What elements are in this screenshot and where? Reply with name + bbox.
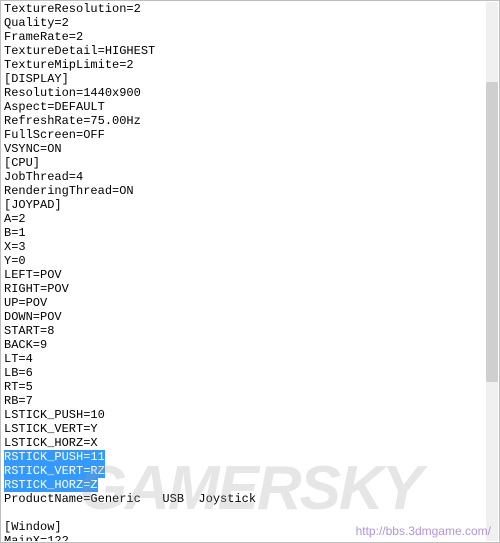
config-line[interactable]: UP=POV <box>4 296 485 310</box>
config-line[interactable]: VSYNC=ON <box>4 142 485 156</box>
editor-window: TextureResolution=2Quality=2FrameRate=2T… <box>0 0 500 543</box>
config-line[interactable]: RT=5 <box>4 380 485 394</box>
config-line[interactable]: LT=4 <box>4 352 485 366</box>
config-line[interactable]: A=2 <box>4 212 485 226</box>
selected-text[interactable]: RSTICK_PUSH=11 <box>4 450 105 464</box>
config-line[interactable]: [JOYPAD] <box>4 198 485 212</box>
config-line[interactable]: [Window] <box>4 520 485 534</box>
config-line[interactable]: X=3 <box>4 240 485 254</box>
config-line[interactable]: LSTICK_HORZ=X <box>4 436 485 450</box>
config-line[interactable]: RIGHT=POV <box>4 282 485 296</box>
selected-text[interactable]: RSTICK_VERT=RZ <box>4 464 105 478</box>
config-line[interactable]: RSTICK_VERT=RZ <box>4 464 485 478</box>
config-line[interactable]: RSTICK_PUSH=11 <box>4 450 485 464</box>
config-line[interactable]: DOWN=POV <box>4 310 485 324</box>
config-line[interactable]: Aspect=DEFAULT <box>4 100 485 114</box>
config-line[interactable]: Resolution=1440x900 <box>4 86 485 100</box>
config-line[interactable]: ProductName=Generic USB Joystick <box>4 492 485 506</box>
selected-text[interactable]: RSTICK_HORZ=Z <box>4 478 98 492</box>
config-line[interactable]: FullScreen=OFF <box>4 128 485 142</box>
config-line[interactable]: LSTICK_VERT=Y <box>4 422 485 436</box>
config-line[interactable]: JobThread=4 <box>4 170 485 184</box>
config-line[interactable]: B=1 <box>4 226 485 240</box>
scroll-thumb[interactable] <box>486 82 498 382</box>
config-line[interactable]: Quality=2 <box>4 16 485 30</box>
config-line[interactable]: START=8 <box>4 324 485 338</box>
config-line[interactable]: [DISPLAY] <box>4 72 485 86</box>
vertical-scrollbar[interactable] <box>486 2 498 541</box>
config-line[interactable]: RefreshRate=75.00Hz <box>4 114 485 128</box>
config-line[interactable]: LB=6 <box>4 366 485 380</box>
config-line[interactable]: Y=0 <box>4 254 485 268</box>
config-line[interactable]: [CPU] <box>4 156 485 170</box>
config-line[interactable]: LSTICK_PUSH=10 <box>4 408 485 422</box>
config-line[interactable]: TextureDetail=HIGHEST <box>4 44 485 58</box>
config-line[interactable]: TextureResolution=2 <box>4 2 485 16</box>
config-line[interactable]: LEFT=POV <box>4 268 485 282</box>
text-content[interactable]: TextureResolution=2Quality=2FrameRate=2T… <box>4 2 485 541</box>
config-line[interactable]: MainX=122 <box>4 534 485 541</box>
config-line[interactable]: TextureMipLimite=2 <box>4 58 485 72</box>
config-line[interactable] <box>4 506 485 520</box>
config-line[interactable]: RB=7 <box>4 394 485 408</box>
config-line[interactable]: RenderingThread=ON <box>4 184 485 198</box>
config-line[interactable]: BACK=9 <box>4 338 485 352</box>
config-line[interactable]: RSTICK_HORZ=Z <box>4 478 485 492</box>
config-line[interactable]: FrameRate=2 <box>4 30 485 44</box>
